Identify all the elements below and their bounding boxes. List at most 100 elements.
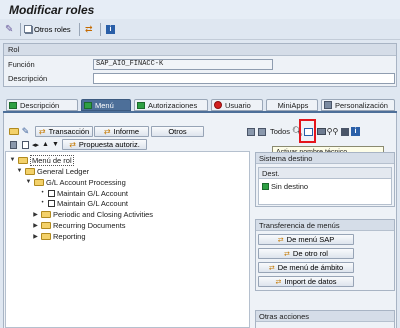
toolbar-separator bbox=[100, 23, 101, 36]
from-area-menu-button[interactable]: ⇄ De menú de ámbito bbox=[258, 262, 354, 273]
folder-button[interactable] bbox=[8, 126, 19, 137]
report-label: Informe bbox=[113, 127, 140, 136]
button-label: De menú de ámbito bbox=[277, 263, 344, 272]
print-button[interactable] bbox=[316, 126, 327, 137]
find-next-icon bbox=[340, 127, 349, 136]
description-field[interactable] bbox=[93, 73, 395, 84]
status-green-icon bbox=[84, 101, 92, 109]
find-button[interactable]: ⚲⚲ bbox=[326, 126, 339, 137]
folder-icon bbox=[41, 210, 51, 218]
tree-node[interactable]: ▼ G/L Account Processing bbox=[25, 177, 126, 187]
app-toolbar: ✎ Otros roles ⇄ i bbox=[0, 19, 400, 40]
report-icon: ⇄ bbox=[103, 127, 111, 136]
transaction-cube-icon bbox=[48, 199, 55, 207]
tab-label: Personalización bbox=[335, 100, 388, 110]
printer-icon bbox=[317, 128, 326, 135]
other-label: Otros bbox=[168, 127, 187, 136]
other-actions-header: Otras acciones bbox=[256, 311, 394, 322]
report-button[interactable]: ⇄ Informe bbox=[94, 126, 149, 137]
personalization-icon bbox=[324, 101, 332, 109]
transfer-icon: ⇄ bbox=[268, 264, 275, 272]
tree-leaf-label: Maintain G/L Account bbox=[57, 198, 129, 208]
authorization-proposal-button[interactable]: ⇄ Propuesta autoriz. bbox=[62, 139, 147, 150]
window-title: Modificar roles bbox=[9, 3, 95, 17]
info-button[interactable]: i bbox=[106, 21, 115, 37]
tree-node-label: Recurring Documents bbox=[53, 220, 126, 230]
tab-label: Menú bbox=[95, 100, 114, 110]
transfer-icon: ⇄ bbox=[277, 236, 284, 244]
edit-button[interactable]: ✎ bbox=[20, 126, 31, 137]
triangle-down-button[interactable]: ▼ bbox=[50, 139, 61, 150]
copy-icon bbox=[22, 140, 29, 149]
collapse-all-button[interactable] bbox=[245, 126, 256, 137]
tree-node[interactable]: ▶ Reporting bbox=[32, 231, 85, 241]
status-green-icon bbox=[9, 101, 17, 109]
trash-icon bbox=[10, 140, 17, 149]
binoculars-icon: ⚲⚲ bbox=[326, 127, 339, 136]
from-other-role-button[interactable]: ⇄ De otro rol bbox=[258, 248, 354, 259]
other-button[interactable]: Otros bbox=[151, 126, 204, 137]
import-data-button[interactable]: ⇄ Import de datos bbox=[258, 276, 354, 287]
expand-triangle-icon: ▼ bbox=[16, 168, 23, 174]
tree-node-label: General Ledger bbox=[37, 166, 90, 176]
tree-node[interactable]: ▼ General Ledger bbox=[16, 166, 90, 176]
tree-root[interactable]: ▼ Menú de rol bbox=[9, 154, 74, 166]
transaction-button[interactable]: ⇄ Transacción bbox=[35, 126, 93, 137]
transfer-icon: ⇄ bbox=[284, 250, 290, 258]
role-menu-tree[interactable]: ▼ Menú de rol ▼ General Ledger ▼ G/L Acc… bbox=[5, 151, 250, 328]
tab-label: Descripción bbox=[20, 100, 60, 110]
find-next-button[interactable] bbox=[339, 126, 350, 137]
button-label: De menú SAP bbox=[286, 235, 335, 244]
pencil-glasses-icon: ✎ bbox=[5, 23, 14, 35]
target-system-panel: Sistema destino Dest. Sin destino bbox=[255, 152, 395, 207]
collapse-triangle-icon: ▶ bbox=[33, 211, 38, 218]
tree-node-label: G/L Account Processing bbox=[46, 177, 126, 187]
tab-miniapps[interactable]: MiniApps bbox=[266, 99, 318, 111]
button-label: De otro rol bbox=[292, 249, 328, 258]
highlight-frame bbox=[299, 119, 316, 143]
from-sap-menu-button[interactable]: ⇄ De menú SAP bbox=[258, 234, 354, 245]
info-icon: i bbox=[106, 24, 115, 34]
pencil-icon: ✎ bbox=[21, 126, 30, 136]
transfer-icon: ⇄ bbox=[275, 278, 282, 286]
leaf-marker-icon: • bbox=[41, 190, 44, 196]
target-system-row[interactable]: Sin destino bbox=[262, 181, 308, 191]
function-field[interactable]: SAP_AIO_FINACC-K bbox=[93, 59, 273, 70]
tab-description[interactable]: Descripción bbox=[6, 99, 78, 111]
tree-node[interactable]: ▶ Periodic and Closing Activities bbox=[32, 209, 153, 219]
other-actions-panel: Otras acciones bbox=[255, 310, 395, 328]
tree-leaf[interactable]: • Maintain G/L Account bbox=[39, 188, 128, 198]
tab-label: Autorizaciones bbox=[148, 100, 198, 110]
tab-authorizations[interactable]: Autorizaciones bbox=[134, 99, 208, 111]
expand-triangle-icon: ▼ bbox=[25, 179, 32, 185]
status-green-icon bbox=[262, 182, 269, 190]
folder-icon bbox=[41, 232, 51, 240]
help-button[interactable]: i bbox=[350, 126, 361, 137]
collapse-triangle-icon: ▶ bbox=[33, 222, 38, 229]
target-column-header: Dest. bbox=[259, 168, 391, 179]
title-bar: Modificar roles bbox=[0, 0, 400, 19]
tab-user[interactable]: Usuario bbox=[211, 99, 263, 111]
target-system-table: Dest. Sin destino bbox=[258, 167, 392, 205]
switch-arrows-icon: ⇄ bbox=[85, 23, 93, 34]
all-items-icon bbox=[257, 127, 266, 136]
tab-personalization[interactable]: Personalización bbox=[321, 99, 395, 111]
other-roles-button[interactable]: Otros roles bbox=[24, 21, 71, 37]
target-system-value: Sin destino bbox=[271, 181, 309, 191]
tree-node[interactable]: ▶ Recurring Documents bbox=[32, 220, 126, 230]
collapse-triangle-icon: ▶ bbox=[33, 233, 38, 240]
transaction-icon: ⇄ bbox=[38, 127, 46, 136]
transaction-label: Transacción bbox=[48, 127, 90, 136]
other-roles-icon bbox=[24, 25, 32, 33]
tab-menu[interactable]: Menú bbox=[81, 99, 131, 111]
tree-node-label: Periodic and Closing Activities bbox=[53, 209, 154, 219]
folder-icon bbox=[8, 128, 19, 135]
switch-button[interactable]: ⇄ bbox=[85, 21, 93, 37]
delete-button[interactable] bbox=[8, 139, 19, 150]
tree-root-label: Menú de rol bbox=[30, 154, 74, 166]
tree-leaf[interactable]: • Maintain G/L Account bbox=[39, 198, 128, 208]
expand-all-button[interactable] bbox=[256, 126, 267, 137]
info-icon: i bbox=[351, 127, 360, 136]
display-change-button[interactable]: ✎ bbox=[5, 21, 13, 37]
tab-label: MiniApps bbox=[277, 100, 309, 110]
